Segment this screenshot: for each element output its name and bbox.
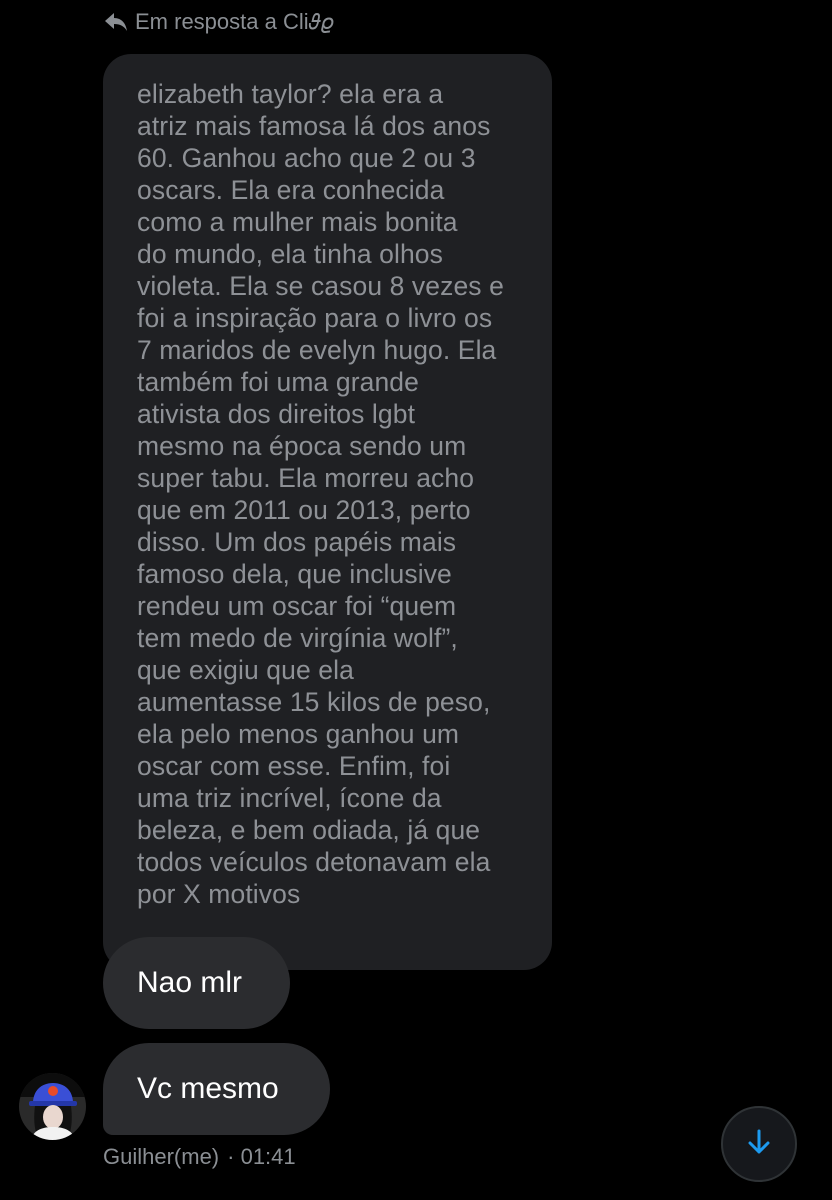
- arrow-down-icon: [746, 1128, 772, 1161]
- sender-name: Guilher(me): [103, 1144, 220, 1169]
- quoted-message-bubble[interactable]: elizabeth taylor? ela era a atriz mais f…: [103, 54, 552, 970]
- reply-context[interactable]: Em resposta a Cli𝜗𝜚: [103, 6, 333, 38]
- message-time: · 01:41: [227, 1144, 296, 1169]
- message-meta: Guilher(me) · 01:41: [103, 1144, 296, 1170]
- message-text: Vc mesmo: [137, 1072, 279, 1105]
- scroll-to-bottom-button[interactable]: [721, 1106, 797, 1182]
- quoted-message-text: elizabeth taylor? ela era a atriz mais f…: [137, 79, 504, 909]
- message-text: Nao mlr: [137, 966, 243, 999]
- message-bubble[interactable]: Vc mesmo: [103, 1043, 330, 1135]
- reply-arrow-icon: [103, 11, 129, 33]
- avatar[interactable]: [19, 1073, 86, 1140]
- reply-label: Em resposta a Cli𝜗𝜚: [135, 9, 334, 34]
- message-bubble[interactable]: Nao mlr: [103, 937, 290, 1029]
